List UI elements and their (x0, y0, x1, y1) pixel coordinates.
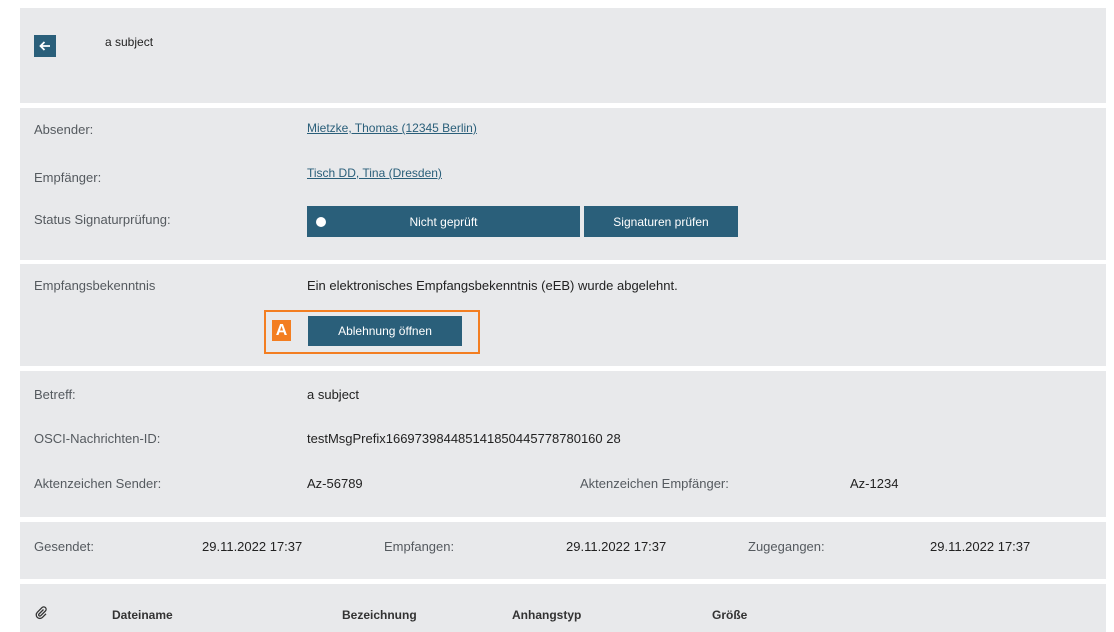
sent-value: 29.11.2022 17:37 (202, 539, 303, 554)
column-header-size[interactable]: Größe (712, 608, 747, 622)
sender-link[interactable]: Mietzke, Thomas (12345 Berlin) (307, 121, 477, 135)
page-title: a subject (105, 35, 154, 49)
open-rejection-button[interactable]: Ablehnung öffnen (308, 316, 462, 346)
back-button[interactable] (34, 35, 56, 57)
status-dot-icon (316, 217, 326, 227)
recipient-ref-label: Aktenzeichen Empfänger: (580, 476, 729, 491)
sender-ref-value: Az-56789 (307, 476, 363, 491)
received-value: 29.11.2022 17:37 (566, 539, 667, 554)
column-header-designation[interactable]: Bezeichnung (342, 608, 417, 622)
delivered-label: Zugegangen: (748, 539, 825, 554)
signature-status-label: Status Signaturprüfung: (34, 212, 171, 227)
signature-status-badge: Nicht geprüft (307, 206, 580, 237)
subject-label: Betreff: (34, 387, 76, 402)
subject-value: a subject (307, 387, 360, 402)
signature-status-text: Nicht geprüft (409, 214, 478, 229)
recipient-ref-value: Az-1234 (850, 476, 899, 491)
receipt-message: Ein elektronisches Empfangsbekenntnis (e… (307, 278, 678, 293)
message-header-panel: a subject (20, 8, 1106, 103)
received-label: Empfangen: (384, 539, 455, 554)
timestamps-panel: Gesendet: 29.11.2022 17:37 Empfangen: 29… (20, 522, 1106, 579)
receipt-label: Empfangsbekenntnis (34, 278, 156, 293)
check-signatures-button[interactable]: Signaturen prüfen (584, 206, 738, 237)
receipt-panel: Empfangsbekenntnis Ein elektronisches Em… (20, 264, 1106, 366)
details-panel: Betreff: a subject OSCI-Nachrichten-ID: … (20, 371, 1106, 517)
recipient-link[interactable]: Tisch DD, Tina (Dresden) (307, 166, 442, 180)
annotation-marker: A (272, 320, 291, 341)
attachments-table-header: Dateiname Bezeichnung Anhangstyp Größe (20, 584, 1106, 632)
sender-label: Absender: (34, 122, 94, 137)
paperclip-icon (35, 606, 47, 620)
column-header-filename[interactable]: Dateiname (112, 608, 173, 622)
delivered-value: 29.11.2022 17:37 (930, 539, 1031, 554)
recipient-label: Empfänger: (34, 170, 102, 185)
arrow-left-icon (39, 41, 50, 51)
osci-id-value: testMsgPrefix166973984485141850445778780… (307, 431, 621, 446)
sender-ref-label: Aktenzeichen Sender: (34, 476, 162, 491)
parties-panel: Absender: Mietzke, Thomas (12345 Berlin)… (20, 108, 1106, 260)
osci-id-label: OSCI-Nachrichten-ID: (34, 431, 161, 446)
column-header-attachment-type[interactable]: Anhangstyp (512, 608, 581, 622)
sent-label: Gesendet: (34, 539, 94, 554)
